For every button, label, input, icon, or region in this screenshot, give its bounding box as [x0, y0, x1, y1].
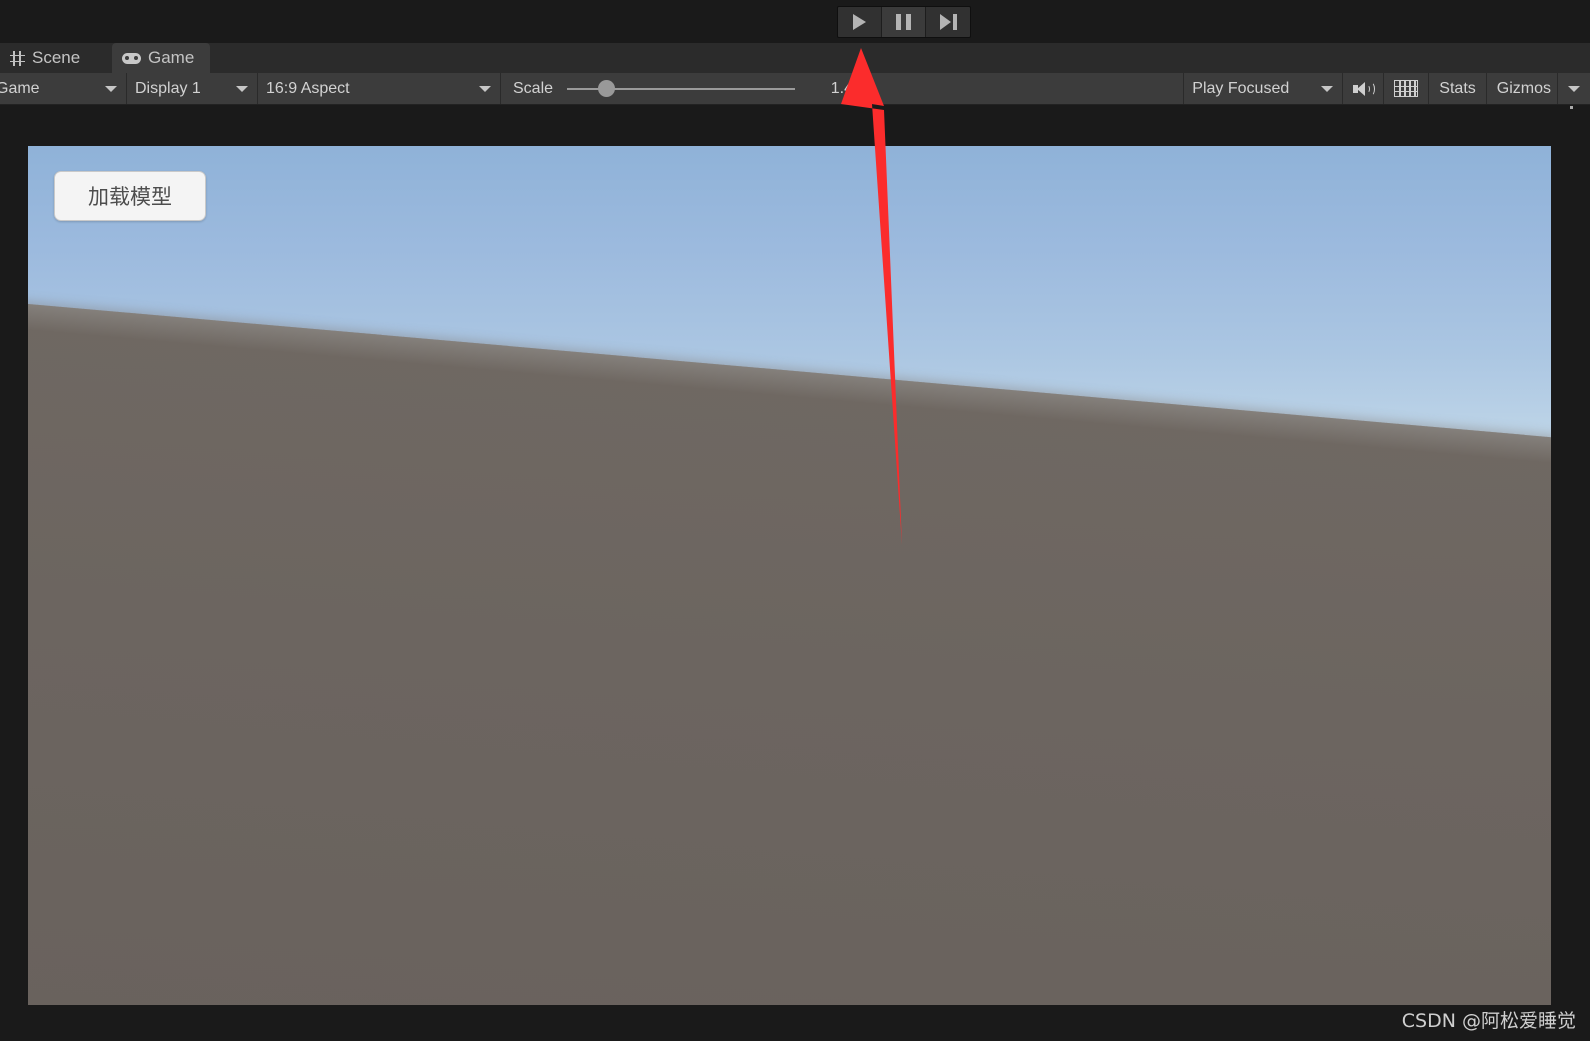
load-model-button[interactable]: 加载模型: [54, 171, 206, 221]
gizmos-label: Gizmos: [1496, 79, 1551, 97]
display-dropdown[interactable]: Display 1: [127, 73, 257, 104]
step-forward-icon: [939, 14, 957, 30]
game-view-viewport[interactable]: 加载模型: [28, 146, 1551, 1005]
display-value: Display 1: [135, 79, 201, 97]
speaker-icon: [1353, 81, 1376, 97]
play-triangle-icon: [853, 14, 866, 30]
chevron-down-icon: [1568, 85, 1580, 92]
view-mode-value: Game: [0, 79, 40, 97]
stats-button[interactable]: Stats: [1429, 73, 1485, 104]
gizmos-dropdown[interactable]: [1558, 73, 1590, 104]
scale-label: Scale: [513, 79, 554, 97]
tab-game-label: Game: [148, 48, 195, 67]
scene-grid-icon: [10, 50, 25, 66]
scale-slider[interactable]: [567, 80, 796, 98]
unity-editor-window: Scene Game Game Display 1 16:9 Aspect Sc…: [0, 0, 1590, 1041]
pause-bars-icon: [896, 14, 911, 30]
chevron-down-icon: [105, 85, 117, 92]
game-view-toolbar: Game Display 1 16:9 Aspect Scale 1.4x Pl…: [0, 73, 1590, 105]
playback-controls: [837, 6, 971, 38]
play-mode-dropdown[interactable]: Play Focused: [1184, 73, 1342, 104]
step-button[interactable]: [926, 7, 970, 37]
playback-toolbar-strip: [0, 0, 1590, 43]
stats-label: Stats: [1439, 79, 1476, 97]
frame-debugger-button[interactable]: [1384, 73, 1428, 104]
scale-control: Scale 1.4x: [501, 73, 873, 104]
mute-audio-button[interactable]: [1343, 73, 1383, 104]
tab-scene-label: Scene: [32, 48, 81, 67]
chevron-down-icon: [1321, 85, 1334, 92]
gamepad-icon: [122, 52, 141, 64]
play-mode-value: Play Focused: [1192, 79, 1290, 97]
play-button[interactable]: [838, 7, 882, 37]
panel-tab-bar: Scene Game: [0, 43, 1590, 109]
chevron-down-icon: [236, 85, 248, 92]
scale-value: 1.4x: [830, 79, 862, 97]
watermark: CSDN @阿松爱睡觉: [1401, 1010, 1576, 1032]
view-mode-dropdown[interactable]: Game: [0, 73, 126, 104]
tab-scene[interactable]: Scene: [0, 43, 97, 73]
aspect-ratio-value: 16:9 Aspect: [266, 79, 350, 97]
aspect-ratio-dropdown[interactable]: 16:9 Aspect: [258, 73, 500, 104]
pause-button[interactable]: [882, 7, 926, 37]
chevron-down-icon: [479, 85, 491, 92]
gizmos-button[interactable]: Gizmos: [1487, 73, 1557, 104]
scale-slider-knob[interactable]: [597, 80, 615, 97]
grid-icon: [1394, 80, 1419, 97]
tab-game[interactable]: Game: [112, 43, 211, 73]
